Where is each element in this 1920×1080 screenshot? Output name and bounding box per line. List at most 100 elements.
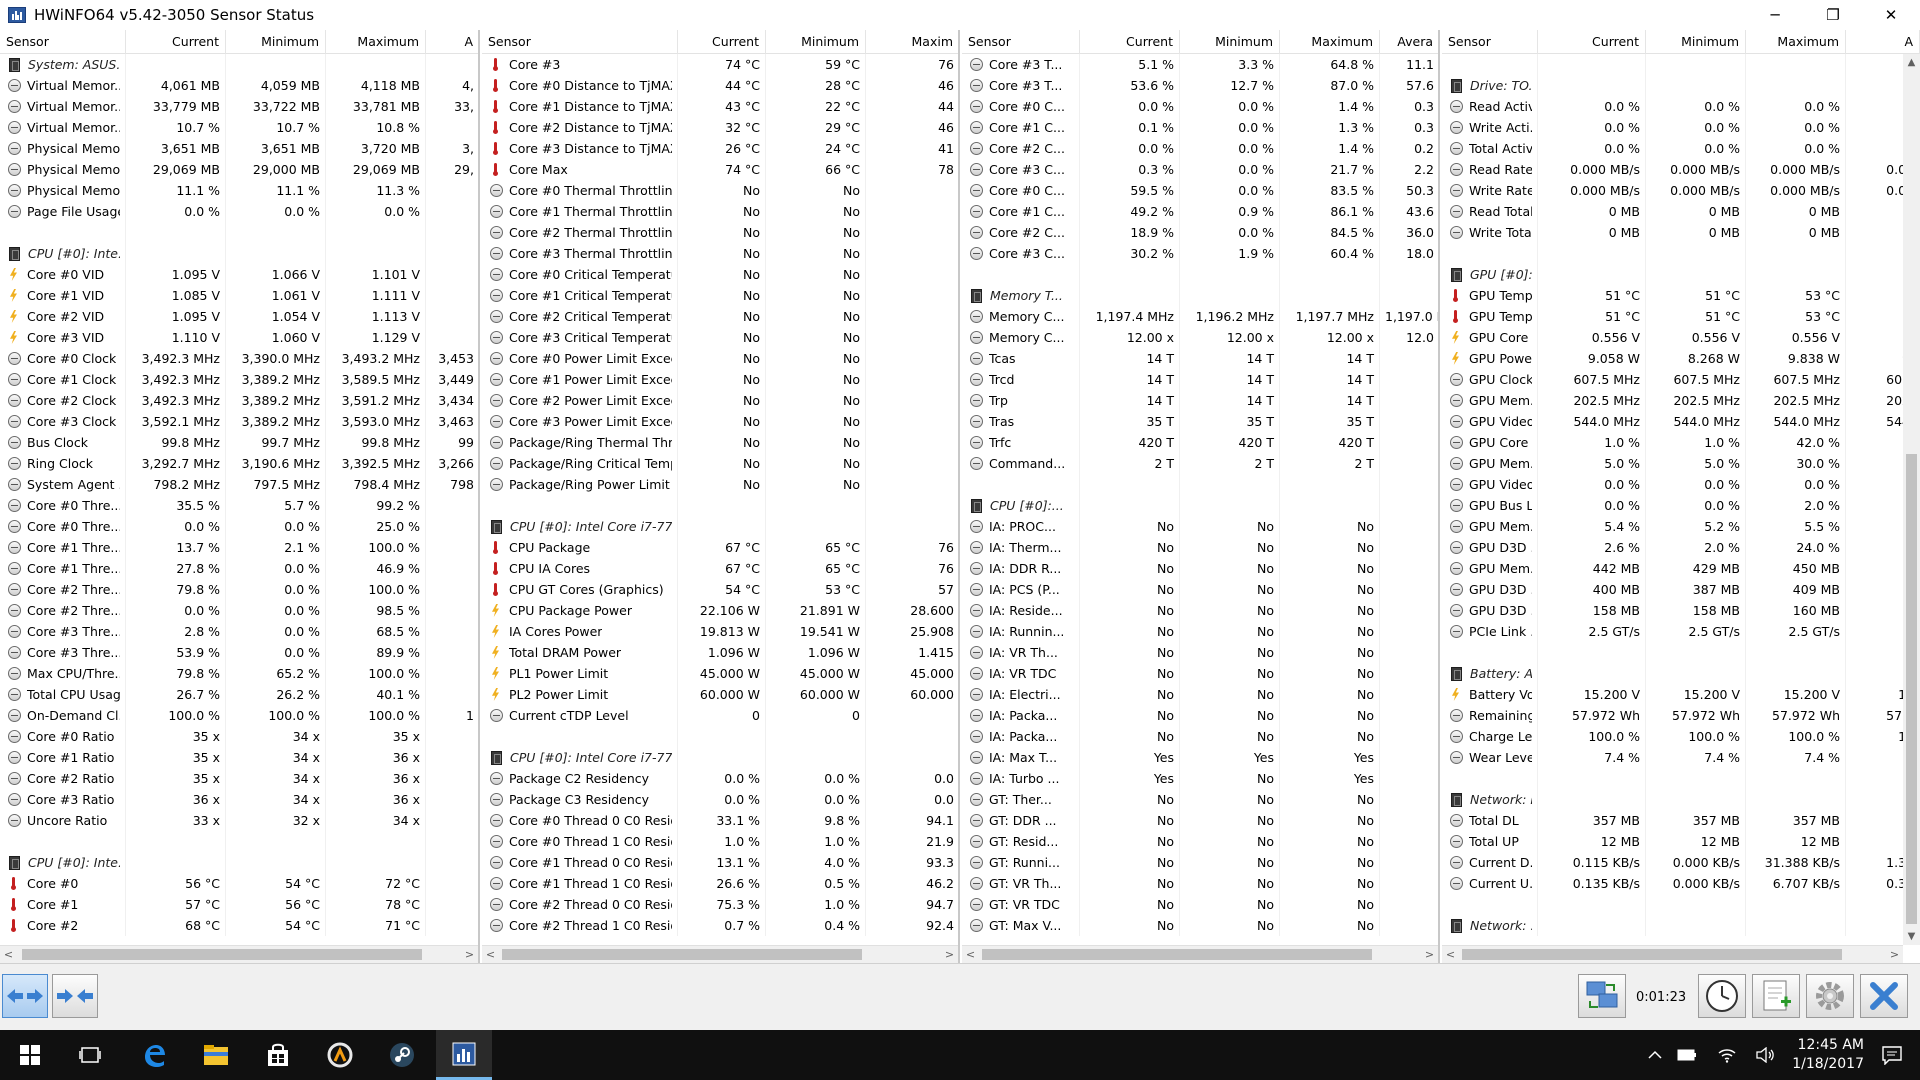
sensor-row[interactable]: Read Activ...0.0 %0.0 %0.0 %0 [1442,96,1920,117]
sensor-row[interactable]: Core #0 VID 1.095 V 1.066 V 1.101 V [0,264,478,285]
sensor-row[interactable]: Core #3 VID 1.110 V 1.060 V 1.129 V [0,327,478,348]
expand-columns-button[interactable] [2,974,48,1018]
sensor-group-row[interactable]: CPU [#0]: Inte... [0,852,478,873]
column-header-current[interactable]: Current [1538,30,1646,54]
sensor-row[interactable]: GPU Mem... 5.4 %5.2 %5.5 % [1442,516,1920,537]
sensor-row[interactable]: Total DL 357 MB 357 MB 357 MB [1442,810,1920,831]
sensor-row[interactable]: Core #0 Ratio 35 x 34 x 35 x [0,726,478,747]
column-header-maximum[interactable]: Maximum [326,30,426,54]
sensor-row[interactable]: Bus Clock 99.8 MHz 99.7 MHz 99.8 MHz 99 [0,432,478,453]
sensor-row[interactable]: Core #2 Thermal Throttling No No [482,222,958,243]
horizontal-scrollbar[interactable]: < > [962,945,1438,963]
scroll-right-icon[interactable]: > [941,946,958,963]
sensor-row[interactable]: IA: Therm... No No No [962,537,1438,558]
scroll-down-icon[interactable]: ▼ [1903,928,1920,945]
network-button[interactable] [1578,974,1626,1018]
scroll-right-icon[interactable]: > [1421,946,1438,963]
sensor-row[interactable]: Core #1 Ratio 35 x 34 x 36 x [0,747,478,768]
sensor-row[interactable]: Core #0 Thread 0 C0 Resid... 33.1 %9.8 %9… [482,810,958,831]
sensor-row[interactable]: IA: Max T... Yes Yes Yes [962,747,1438,768]
scroll-left-icon[interactable]: < [962,946,979,963]
sensor-row[interactable]: Command... 2 T2 T2 T [962,453,1438,474]
sensor-row[interactable]: Core #0 Critical Temperature NoNo [482,264,958,285]
sensor-row[interactable]: Write Rate 0.000 MB/s 0.000 MB/s 0.000 MB/s… [1442,180,1920,201]
column-header-sensor[interactable]: Sensor [0,30,126,54]
sensor-row[interactable]: Ring Clock 3,292.7 MHz 3,190.6 MHz 3,392.5 … [0,453,478,474]
taskbar-steam[interactable] [374,1030,430,1080]
sensor-row[interactable]: Write Acti...0.0 %0.0 %0.0 %0 [1442,117,1920,138]
minimize-button[interactable]: ─ [1746,0,1804,30]
taskbar-clock[interactable]: 12:45 AM 1/18/2017 [1792,1036,1864,1074]
sensor-row[interactable]: Core #3 T... 5.1 % 3.3 % 64.8 % 11.1 [962,54,1438,75]
sensor-group-row[interactable]: Battery: A... [1442,663,1920,684]
column-header-minimum[interactable]: Minimum [226,30,326,54]
sensor-row[interactable]: Core #1 C... 0.1 % 0.0 % 1.3 % 0.3 [962,117,1438,138]
sensor-row[interactable]: Core #1 Thread 0 C0 Resid... 13.1 %4.0 %9… [482,852,958,873]
sensor-row[interactable]: CPU Package Power 22.106 W 21.891 W 28.600 [482,600,958,621]
sensor-row[interactable]: System Agent ... 798.2 MHz797.5 MHz798.4 … [0,474,478,495]
maximize-button[interactable]: ❐ [1804,0,1862,30]
sensor-row[interactable]: Core #1 57 °C 56 °C 78 °C [0,894,478,915]
sensor-group-row[interactable]: Drive: TO... [1442,75,1920,96]
sensor-group-row[interactable]: System: ASUS... [0,54,478,75]
sensor-row[interactable]: IA: Turbo ... Yes No Yes [962,768,1438,789]
column-header-sensor[interactable]: Sensor [482,30,678,54]
sensor-row[interactable]: Physical Memo... 29,069 MB29,000 MB29,069… [0,159,478,180]
sensor-row[interactable]: IA: Runnin... No No No [962,621,1438,642]
scroll-left-icon[interactable]: < [1442,946,1459,963]
sensor-row[interactable]: Core #0 Power Limit Exceed... NoNo [482,348,958,369]
battery-tray-button[interactable] [1672,1030,1702,1080]
horizontal-scrollbar[interactable]: < > [1442,945,1903,963]
sensor-row[interactable]: Total CPU Usage 26.7 % 26.2 % 40.1 % [0,684,478,705]
taskbar-store[interactable] [250,1030,306,1080]
sensor-row[interactable]: Package C3 Residency 0.0 % 0.0 % 0.0 [482,789,958,810]
sensor-row[interactable]: GPU Clock 607.5 MHz 607.5 MHz 607.5 MHz 607. [1442,369,1920,390]
column-header-sensor[interactable]: Sensor [962,30,1080,54]
sensor-row[interactable]: CPU IA Cores 67 °C 65 °C 76 [482,558,958,579]
sensor-row[interactable]: IA: VR TDC No No No [962,663,1438,684]
sensor-row[interactable]: Memory C... 1,197.4 MHz 1,196.2 MHz 1,197.7… [962,306,1438,327]
collapse-columns-button[interactable] [52,974,98,1018]
sensor-row[interactable]: Core #0 Thre... 35.5 % 5.7 % 99.2 % [0,495,478,516]
sensor-row[interactable]: Package/Ring Critical Temp... No No [482,453,958,474]
column-header-minimum[interactable]: Minimum [766,30,866,54]
taskbar-overwatch[interactable] [312,1030,368,1080]
sensor-row[interactable]: Total Activ...0.0 %0.0 %0.0 %0 [1442,138,1920,159]
sensor-row[interactable]: Max CPU/Thre... 79.8 % 65.2 % 100.0 % [0,663,478,684]
sensor-row[interactable]: Physical Memo...11.1 %11.1 %11.3 % [0,180,478,201]
close-sensors-button[interactable] [1860,974,1908,1018]
sensor-row[interactable]: GPU D3D ...158 MB158 MB160 MB [1442,600,1920,621]
horizontal-scrollbar[interactable]: < > [482,945,958,963]
sensor-row[interactable]: Charge Le...100.0 %100.0 %100.0 %10 [1442,726,1920,747]
column-header-average[interactable]: A [426,30,478,54]
sensor-row[interactable]: Core Max 74 °C 66 °C 78 [482,159,958,180]
sensor-row[interactable]: Core #2 Distance to TjMAX 32 °C 29 °C 46 [482,117,958,138]
sensor-group-row[interactable]: GPU [#0]:... [1442,264,1920,285]
sensor-row[interactable]: Core #3 C... 30.2 % 1.9 % 60.4 % 18.0 [962,243,1438,264]
sensor-row[interactable]: Write Total 0 MB 0 MB 0 MB [1442,222,1920,243]
sensor-row[interactable]: Core #0 Thermal Throttling No No [482,180,958,201]
taskbar-hwinfo[interactable] [436,1030,492,1080]
sensor-row[interactable]: Core #2 C... 0.0 % 0.0 % 1.4 % 0.2 [962,138,1438,159]
sensor-row[interactable]: CPU Package 67 °C 65 °C 76 [482,537,958,558]
show-hidden-icons-button[interactable] [1640,1030,1670,1080]
sensor-row[interactable]: GT: VR TDC No No No [962,894,1438,915]
sensor-row[interactable]: Core #2 Power Limit Exceed... NoNo [482,390,958,411]
sensor-row[interactable]: IA: Reside... No No No [962,600,1438,621]
sensor-row[interactable]: Core #3 Power Limit Exceed... NoNo [482,411,958,432]
sensor-row[interactable]: Total DRAM Power 1.096 W 1.096 W 1.415 [482,642,958,663]
sensor-row[interactable]: Current cTDP Level 0 0 [482,705,958,726]
logging-button[interactable] [1752,974,1800,1018]
sensor-row[interactable]: Core #1 Clock 3,492.3 MHz 3,389.2 MHz 3,589… [0,369,478,390]
sensor-row[interactable]: Tcas 14 T 14 T 14 T [962,348,1438,369]
wifi-tray-button[interactable] [1712,1030,1742,1080]
sensor-row[interactable]: GPU Mem...5.0 %5.0 %30.0 % [1442,453,1920,474]
sensor-row[interactable]: Trcd 14 T 14 T 14 T [962,369,1438,390]
column-header-average[interactable]: A [1846,30,1920,54]
sensor-row[interactable]: Core #3 Thermal Throttling No No [482,243,958,264]
scroll-left-icon[interactable]: < [482,946,499,963]
sensor-row[interactable]: Physical Memo...3,651 MB3,651 MB3,720 MB… [0,138,478,159]
sensor-row[interactable]: Virtual Memor... 10.7 % 10.7 % 10.8 % [0,117,478,138]
column-header-minimum[interactable]: Minimum [1180,30,1280,54]
sensor-row[interactable]: Core #2 C... 18.9 % 0.0 % 84.5 % 36.0 [962,222,1438,243]
